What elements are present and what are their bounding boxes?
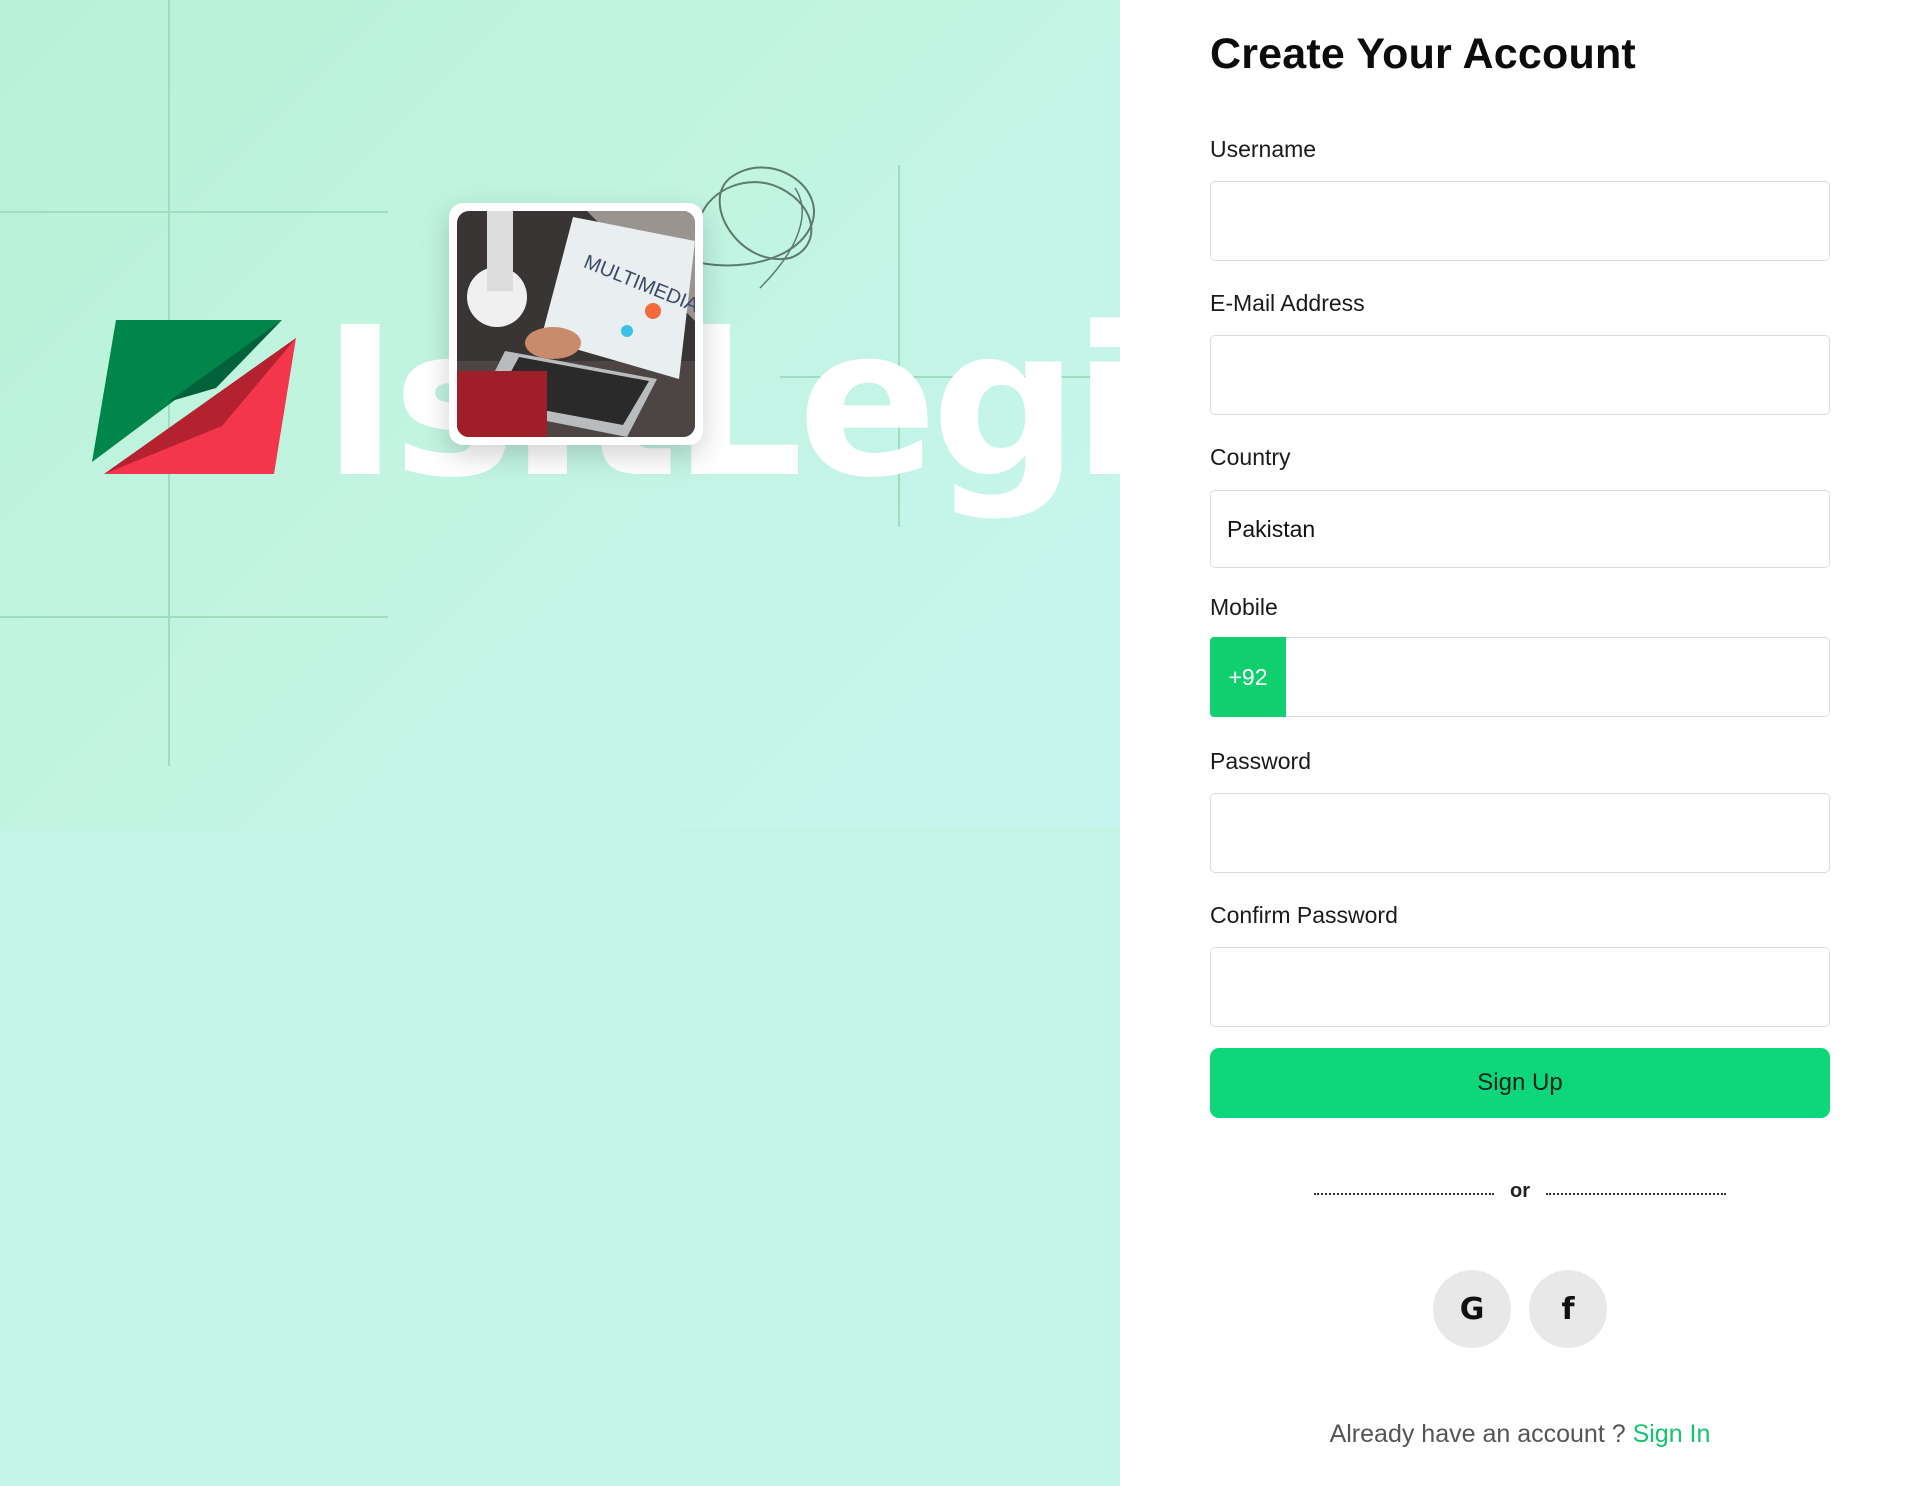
sign-up-button[interactable]: Sign Up — [1210, 1048, 1830, 1118]
username-input[interactable] — [1210, 181, 1830, 261]
facebook-login-button[interactable]: f — [1529, 1270, 1607, 1348]
mobile-label: Mobile — [1210, 594, 1278, 620]
signin-prompt-row: Already have an account ? Sign In — [1120, 1420, 1920, 1449]
country-value: Pakistan — [1227, 515, 1316, 542]
hero-panel: IsItLegit MULTIMEDIA — [0, 0, 1120, 1486]
grid-line — [0, 616, 388, 618]
brand-logo-icon — [92, 320, 296, 474]
country-label: Country — [1210, 444, 1291, 470]
dial-code: +92 — [1210, 637, 1286, 717]
email-input[interactable] — [1210, 335, 1830, 415]
laptop-photo-icon: MULTIMEDIA — [457, 211, 695, 437]
page-title: Create Your Account — [1210, 30, 1636, 78]
brand-wordmark: IsItLegit — [322, 283, 1120, 523]
grid-line — [0, 211, 388, 213]
google-login-button[interactable]: G — [1433, 1270, 1511, 1348]
hero-banner: IsItLegit MULTIMEDIA — [0, 0, 1120, 827]
confirm-password-label: Confirm Password — [1210, 902, 1398, 928]
mobile-field: +92 — [1210, 637, 1830, 717]
divider-line — [1546, 1193, 1726, 1195]
confirm-password-input[interactable] — [1210, 947, 1830, 1027]
mobile-input[interactable] — [1286, 637, 1830, 717]
photo-card: MULTIMEDIA — [449, 203, 703, 445]
password-label: Password — [1210, 748, 1311, 774]
username-label: Username — [1210, 136, 1317, 162]
signin-prompt-text: Already have an account ? — [1329, 1420, 1626, 1448]
email-label: E-Mail Address — [1210, 290, 1365, 316]
signup-form: Create Your Account Username E-Mail Addr… — [1120, 0, 1920, 1486]
sign-in-link[interactable]: Sign In — [1633, 1420, 1711, 1448]
country-select[interactable]: Pakistan — [1210, 490, 1830, 568]
facebook-icon: f — [1561, 1291, 1575, 1327]
password-input[interactable] — [1210, 793, 1830, 873]
google-icon: G — [1459, 1291, 1485, 1327]
or-divider: or — [1314, 1178, 1726, 1208]
divider-text: or — [1510, 1180, 1530, 1202]
